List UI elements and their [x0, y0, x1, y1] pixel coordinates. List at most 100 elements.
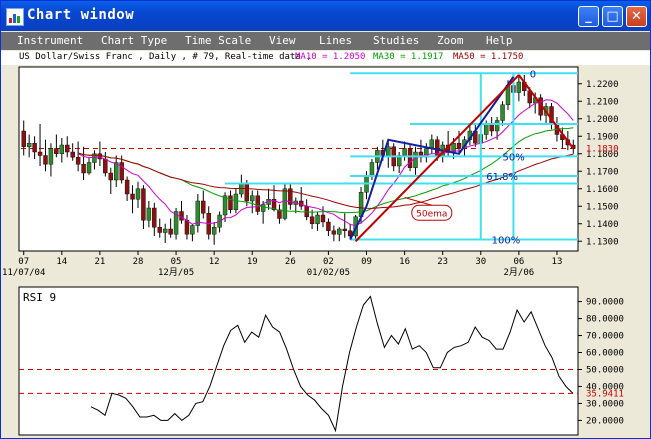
ema-label: 50ema — [416, 209, 447, 219]
current-price-label: 1.1830 — [586, 145, 619, 155]
candle-body — [211, 227, 217, 235]
candle-body — [260, 204, 266, 212]
candle-body — [250, 195, 255, 202]
candle-body — [369, 162, 375, 177]
menu-lines[interactable]: Lines — [319, 34, 352, 47]
price-axis-label: 1.1600 — [586, 185, 619, 195]
candle-body — [190, 225, 195, 235]
date-axis-label: 28 — [133, 257, 144, 267]
date-axis-label: 23 — [437, 257, 448, 267]
menu-chart-type[interactable]: Chart Type — [101, 34, 167, 47]
candle-body — [65, 144, 70, 153]
candle-body — [81, 164, 86, 174]
price-axis-label: 1.1500 — [586, 202, 619, 212]
rsi-current-value: 35.9411 — [586, 389, 624, 399]
candle-body — [386, 146, 391, 156]
candle-body — [141, 188, 146, 221]
fib-0-label: 0 — [530, 69, 536, 80]
rsi-plot-area[interactable] — [18, 286, 579, 436]
candle-body — [201, 200, 206, 214]
chart-app-icon — [6, 8, 24, 26]
candle-body — [222, 195, 228, 216]
candle-body — [244, 183, 250, 202]
candle-body — [130, 193, 135, 200]
candle-body — [326, 221, 331, 231]
price-axis-label: 1.2000 — [586, 115, 619, 125]
month-label: 12月/05 — [158, 267, 194, 278]
price-axis-label: 1.2200 — [586, 80, 619, 90]
candle-body — [70, 151, 75, 158]
menu-help[interactable]: Help — [486, 34, 513, 47]
date-axis-label: 06 — [513, 257, 524, 267]
month-label: 2月/06 — [504, 267, 535, 278]
fib-618-label: 61.8% — [486, 172, 518, 183]
month-label: 01/02/05 — [307, 268, 350, 278]
price-axis-label: 1.2100 — [586, 97, 619, 107]
candle-body — [32, 143, 37, 153]
date-axis-label: 21 — [94, 257, 105, 267]
date-axis-label: 14 — [56, 257, 67, 267]
rsi-axis-label: 20.0000 — [586, 416, 624, 426]
candle-body — [43, 155, 48, 165]
candle-body — [103, 158, 108, 174]
candle-body — [135, 188, 141, 200]
date-axis-label: 19 — [247, 257, 258, 267]
candle-body — [489, 123, 494, 132]
rsi-axis-label: 50.0000 — [586, 365, 624, 375]
candle-body — [184, 220, 190, 235]
menu-zoom[interactable]: Zoom — [437, 34, 464, 47]
price-axis-label: 1.1300 — [586, 237, 619, 247]
title-bar[interactable]: Chart window _ □ ✕ — [1, 1, 650, 31]
month-label: 11/07/04 — [2, 268, 45, 278]
rsi-title: RSI 9 — [23, 291, 56, 304]
menu-time-scale[interactable]: Time Scale — [185, 34, 251, 47]
menu-view[interactable]: View — [269, 34, 296, 47]
candle-body — [494, 120, 500, 132]
candle-body — [402, 148, 407, 156]
candle-body — [456, 143, 462, 149]
chart-window: Chart window _ □ ✕ Instrument Chart Type… — [0, 0, 651, 439]
close-button[interactable]: ✕ — [626, 6, 647, 27]
ma10-value: MA10 = 1.2050 — [295, 52, 366, 62]
ma30-value: MA30 = 1.1917 — [373, 52, 444, 62]
fib-50-label: 50% — [503, 152, 525, 163]
candle-body — [516, 81, 522, 93]
date-axis-label: 30 — [475, 257, 486, 267]
candle-body — [26, 143, 32, 147]
rsi-axis-label: 70.0000 — [586, 332, 624, 342]
rsi-axis-label: 90.0000 — [586, 298, 624, 308]
candle-body — [309, 216, 315, 224]
candle-body — [119, 162, 124, 181]
rsi-axis-label: 80.0000 — [586, 315, 624, 325]
candle-body — [233, 193, 239, 210]
candle-body — [114, 162, 119, 181]
candle-body — [157, 227, 162, 233]
candle-body — [48, 148, 54, 165]
price-axis-label: 1.1900 — [586, 132, 619, 142]
menu-instrument[interactable]: Instrument — [17, 34, 83, 47]
candle-body — [342, 228, 347, 231]
chart-info-bar: US Dollar/Swiss Franc , Daily , # 79, Re… — [1, 51, 650, 65]
menu-studies[interactable]: Studies — [373, 34, 419, 47]
date-axis-label: 07 — [18, 257, 29, 267]
rsi-axis-label: 60.0000 — [586, 349, 624, 359]
candle-body — [152, 207, 157, 228]
minimize-button[interactable]: _ — [578, 6, 599, 27]
candle-body — [500, 104, 505, 121]
candle-body — [228, 195, 233, 210]
date-axis-label: 05 — [171, 257, 182, 267]
fib-100-label: 100% — [492, 236, 521, 247]
rsi-axis-label: 30.0000 — [586, 399, 624, 409]
candle-body — [124, 179, 130, 195]
price-axis-label: 1.1400 — [586, 220, 619, 230]
candle-body — [59, 144, 65, 154]
candle-body — [146, 207, 152, 221]
candle-body — [282, 188, 288, 219]
candle-body — [97, 153, 103, 160]
date-axis-label: 26 — [285, 257, 296, 267]
instrument-info: US Dollar/Swiss Franc , Daily , # 79, Re… — [19, 52, 312, 62]
maximize-button[interactable]: □ — [602, 6, 623, 27]
candle-body — [331, 230, 337, 235]
date-axis-label: 16 — [399, 257, 410, 267]
price-plot-area[interactable] — [18, 66, 579, 252]
